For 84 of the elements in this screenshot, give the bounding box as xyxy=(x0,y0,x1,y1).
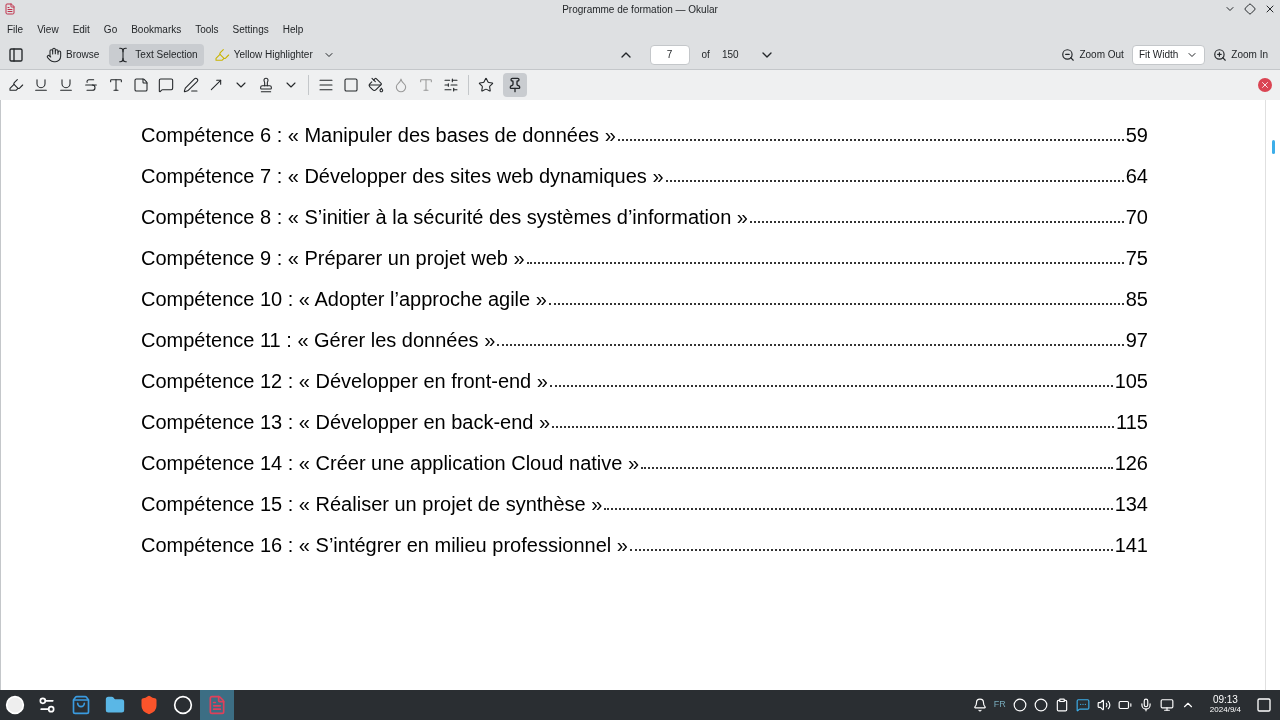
chat-icon[interactable] xyxy=(1075,698,1090,712)
pin-icon xyxy=(507,77,523,93)
page-number: 141 xyxy=(1114,534,1148,556)
zoom-in-button[interactable]: Zoom In xyxy=(1209,47,1272,62)
keyboard-layout[interactable]: FR xyxy=(993,698,1006,712)
tool-button[interactable]: Yellow Highlighter xyxy=(207,43,319,66)
stamp-icon xyxy=(258,77,274,93)
zoom-out-icon xyxy=(1061,47,1076,62)
arrow-icon xyxy=(208,77,224,93)
network-icon[interactable] xyxy=(1159,698,1174,712)
folder-icon xyxy=(105,695,125,715)
clipboard-icon[interactable] xyxy=(1054,698,1069,712)
toc-entry[interactable]: Compétence 13 : « Développer en back-end » xyxy=(141,411,551,433)
app-icon xyxy=(4,3,16,15)
menu-item[interactable]: Go xyxy=(96,21,125,37)
close-icon[interactable] xyxy=(1264,3,1276,15)
toc-entry[interactable]: Compétence 16 : « S’intégrer en milieu professionnel » xyxy=(141,534,628,556)
page-number: 115 xyxy=(1116,411,1148,433)
page-number: 105 xyxy=(1114,370,1148,392)
microphone-icon[interactable] xyxy=(1138,698,1153,712)
page-number: 97 xyxy=(1125,329,1148,351)
menu-item[interactable]: Tools xyxy=(188,21,226,37)
page-number: 64 xyxy=(1125,165,1148,187)
page-number: 85 xyxy=(1125,288,1148,310)
menu-item[interactable]: View xyxy=(30,21,66,37)
window-title: Programme de formation — Okular xyxy=(562,2,718,17)
maximize-icon[interactable] xyxy=(1244,3,1256,15)
highlighter-icon xyxy=(213,46,230,63)
shield-icon xyxy=(139,695,159,715)
menu-item[interactable]: File xyxy=(0,21,31,37)
font-icon xyxy=(418,77,434,93)
menu-item[interactable]: Settings xyxy=(225,21,276,37)
toc-entry[interactable]: Compétence 15 : « Réaliser un projet de synthèse » xyxy=(141,493,603,515)
page-number: 126 xyxy=(1114,452,1148,474)
page-number: 75 xyxy=(1125,247,1148,269)
scrollbar[interactable] xyxy=(1265,100,1280,690)
show-desktop-icon[interactable] xyxy=(1256,697,1272,713)
toc-entry[interactable]: Compétence 9 : « Préparer un projet web » xyxy=(141,247,525,269)
page-number: 134 xyxy=(1114,493,1148,515)
bag-icon xyxy=(71,695,91,715)
toc-entry[interactable]: Compétence 14 : « Créer une application Cloud native » xyxy=(141,452,640,474)
menu-item[interactable]: Bookmarks xyxy=(124,21,189,37)
volume-icon[interactable] xyxy=(1096,698,1111,712)
battery-icon[interactable] xyxy=(1117,698,1132,712)
sidebar-toggle-icon[interactable] xyxy=(8,46,24,63)
zoom-out-button[interactable]: Zoom Out xyxy=(1057,47,1128,62)
line-width-icon xyxy=(318,77,334,93)
underline-icon xyxy=(33,77,49,93)
tool-button[interactable]: Browse xyxy=(40,43,106,66)
comment-icon xyxy=(158,77,174,93)
star-icon xyxy=(478,77,494,93)
toc-entry[interactable]: Compétence 10 : « Adopter l’approche agile » xyxy=(141,288,547,310)
of-label: of xyxy=(701,48,710,62)
zoom-in-icon xyxy=(1213,47,1228,62)
bell-icon[interactable] xyxy=(972,698,987,712)
toc-entry[interactable]: Compétence 6 : « Manipuler des bases de données » xyxy=(141,124,616,146)
pen-icon xyxy=(183,77,199,93)
clock-time[interactable]: 09:13 xyxy=(1212,695,1238,705)
toc-entry[interactable]: Compétence 7 : « Développer des sites web dynamiques » xyxy=(141,165,664,187)
square-icon xyxy=(343,77,359,93)
zoom-select[interactable]: Fit Width xyxy=(1131,44,1206,65)
toc-entry[interactable]: Compétence 12 : « Développer en front-end » xyxy=(141,370,548,392)
circle-icon xyxy=(173,695,193,715)
hand-icon xyxy=(46,46,62,63)
page-total: 150 xyxy=(721,48,739,62)
page-number: 70 xyxy=(1125,206,1148,228)
toc-entry[interactable]: Compétence 11 : « Gérer les données » xyxy=(141,329,496,351)
note-icon xyxy=(133,77,149,93)
pin-button[interactable] xyxy=(503,73,527,97)
clock-date[interactable]: 2024/9/4 xyxy=(1209,705,1241,715)
strikethrough-icon xyxy=(83,77,99,93)
close-toolbar-icon[interactable] xyxy=(1258,78,1272,92)
opacity-icon xyxy=(393,77,409,93)
document-icon xyxy=(207,695,227,715)
sliders-icon xyxy=(37,695,57,715)
highlighter-icon xyxy=(8,77,24,93)
page-number: 59 xyxy=(1125,124,1148,146)
menu-item[interactable]: Edit xyxy=(65,21,97,37)
fill-icon xyxy=(368,77,384,93)
page-number-field[interactable]: 7 xyxy=(649,44,690,65)
toc-entry[interactable]: Compétence 8 : « S’initier à la sécurité des systèmes d’information » xyxy=(141,206,748,228)
menu-item[interactable]: Help xyxy=(275,21,311,37)
tool-button[interactable]: Text Selection xyxy=(109,43,204,66)
sliders-icon xyxy=(443,77,459,93)
